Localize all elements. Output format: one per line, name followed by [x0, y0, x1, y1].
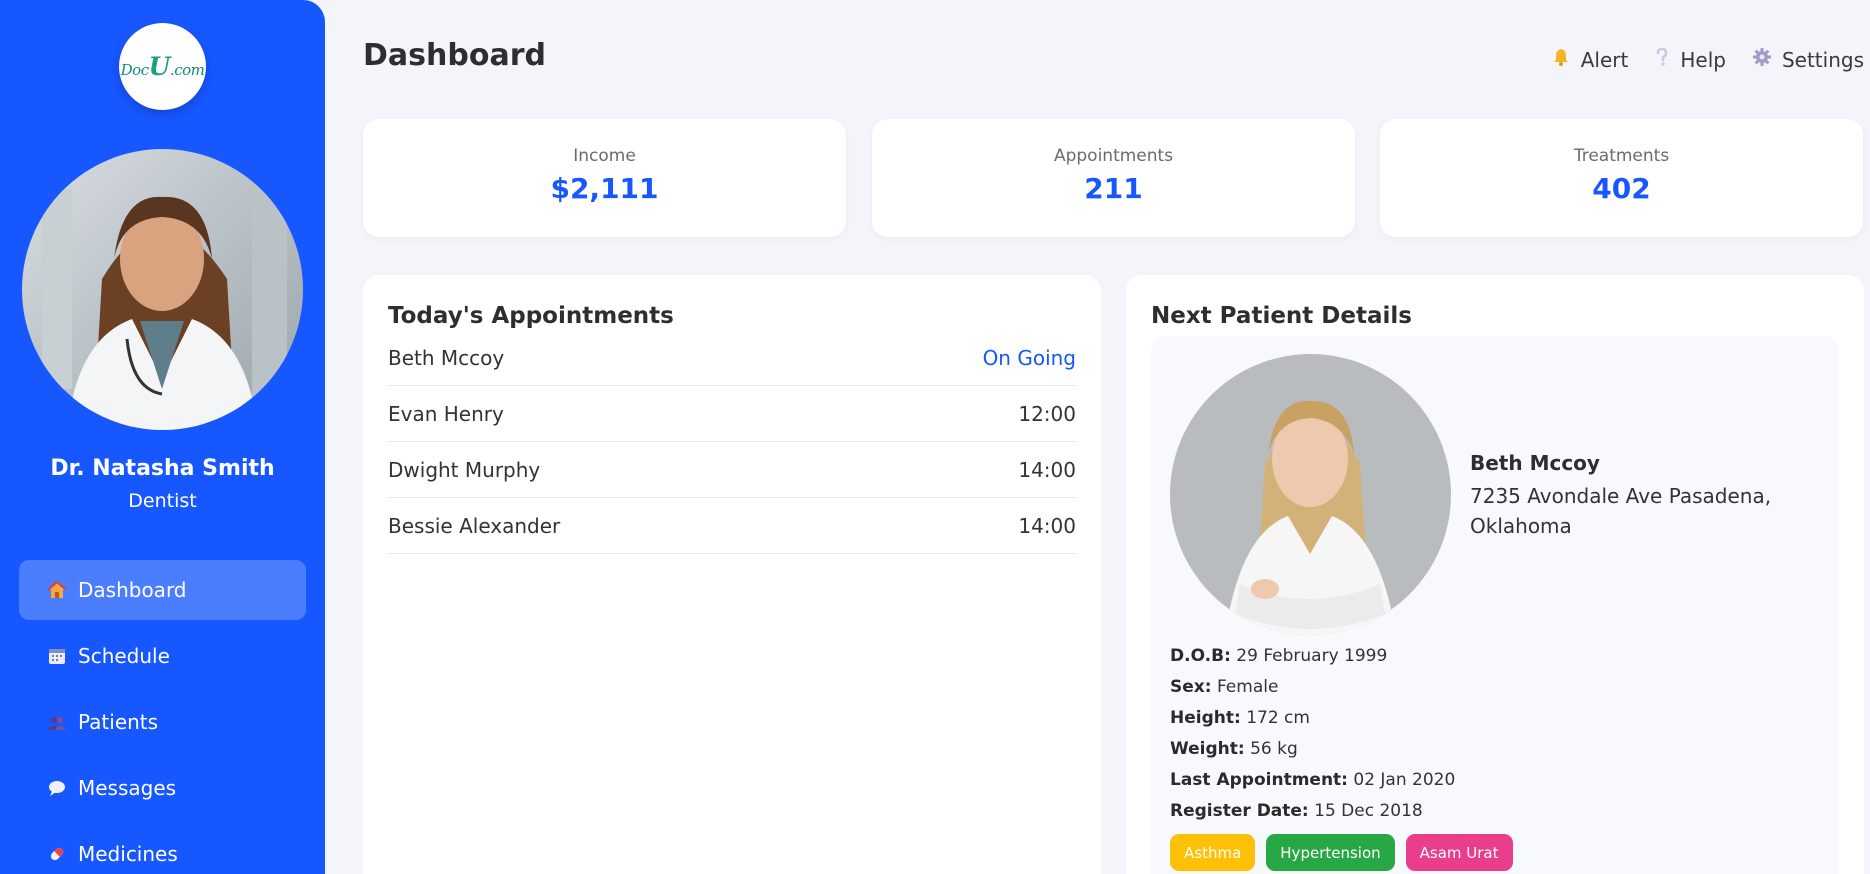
next-patient-card: Next Patient Details Beth Mccoy 7235 Avo… [1126, 275, 1864, 874]
doctor-role: Dentist [128, 490, 197, 512]
detail-last-appointment: Last Appointment: 02 Jan 2020 [1170, 770, 1456, 790]
appointment-row[interactable]: Bessie Alexander 14:00 [388, 498, 1076, 554]
sidebar-item-label: Medicines [78, 842, 178, 866]
settings-label: Settings [1781, 47, 1864, 72]
stat-value: 211 [1084, 172, 1143, 205]
detail-height: Height: 172 cm [1170, 708, 1310, 728]
sidebar-item-medicines[interactable]: Medicines [19, 824, 306, 874]
appointments-list: Beth Mccoy On Going Evan Henry 12:00 Dwi… [388, 342, 1076, 554]
next-patient-title: Next Patient Details [1151, 303, 1412, 329]
alert-label: Alert [1580, 47, 1629, 72]
stat-card-income: Income $2,111 [363, 119, 846, 237]
page-title: Dashboard [363, 38, 546, 73]
people-icon [46, 711, 68, 733]
doctor-avatar [22, 149, 303, 430]
help-label: Help [1680, 47, 1726, 72]
sidebar: DocU.com Dr. Natasha Smith Dentist Dashb… [0, 0, 325, 874]
sidebar-nav: Dashboard Schedule Patients Messages Med… [19, 560, 306, 874]
sidebar-item-label: Schedule [78, 644, 170, 668]
appointment-patient-name: Beth Mccoy [388, 346, 505, 370]
patient-photo [1170, 354, 1451, 635]
stat-card-treatments: Treatments 402 [1380, 119, 1863, 237]
appointment-row[interactable]: Beth Mccoy On Going [388, 342, 1076, 386]
stat-label: Treatments [1573, 146, 1670, 166]
patient-name: Beth Mccoy [1470, 451, 1600, 475]
sidebar-item-patients[interactable]: Patients [19, 692, 306, 752]
logo-text: DocU.com [120, 52, 205, 81]
detail-sex: Sex: Female [1170, 677, 1279, 697]
patient-address: 7235 Avondale Ave Pasadena, Oklahoma [1470, 484, 1772, 538]
sidebar-item-messages[interactable]: Messages [19, 758, 306, 818]
patient-info-list: D.O.B: 29 February 1999 Sex: Female Heig… [1170, 641, 1455, 827]
sidebar-item-schedule[interactable]: Schedule [19, 626, 306, 686]
appointments-card: Today's Appointments Beth Mccoy On Going… [363, 275, 1101, 874]
patient-details-panel: Beth Mccoy 7235 Avondale Ave Pasadena, O… [1151, 336, 1839, 874]
bell-icon [1551, 47, 1571, 72]
doctor-name: Dr. Natasha Smith [50, 456, 275, 481]
tag-asam-urat[interactable]: Asam Urat [1405, 834, 1513, 871]
sidebar-item-label: Patients [78, 710, 159, 734]
app-logo[interactable]: DocU.com [119, 23, 206, 110]
stat-value: 402 [1592, 172, 1651, 205]
house-icon [46, 579, 68, 601]
sidebar-item-dashboard[interactable]: Dashboard [19, 560, 306, 620]
question-icon [1654, 47, 1670, 72]
appointment-patient-name: Dwight Murphy [388, 457, 541, 482]
appointment-patient-name: Evan Henry [388, 401, 504, 426]
top-actions: Alert Help Settings [1551, 47, 1864, 72]
appointments-title: Today's Appointments [388, 303, 674, 329]
stat-label: Appointments [1053, 146, 1174, 166]
settings-button[interactable]: Settings [1752, 47, 1864, 72]
sidebar-item-label: Messages [78, 776, 177, 800]
detail-dob: D.O.B: 29 February 1999 [1170, 646, 1388, 666]
alert-button[interactable]: Alert [1551, 47, 1629, 72]
tag-asthma[interactable]: Asthma [1170, 834, 1256, 871]
tag-hypertension[interactable]: Hypertension [1266, 834, 1395, 871]
calendar-icon [46, 645, 68, 667]
detail-weight: Weight: 56 kg [1170, 739, 1298, 759]
sidebar-item-label: Dashboard [78, 578, 187, 602]
stat-value: $2,111 [550, 172, 659, 205]
detail-register-date: Register Date: 15 Dec 2018 [1170, 801, 1423, 821]
appointment-row[interactable]: Dwight Murphy 14:00 [388, 442, 1076, 498]
stat-label: Income [573, 146, 636, 166]
gear-icon [1752, 47, 1772, 72]
appointment-time: 14:00 [1018, 513, 1076, 538]
condition-tags: Asthma Hypertension Asam Urat [1170, 834, 1513, 871]
appointment-time: 14:00 [1018, 457, 1076, 482]
help-button[interactable]: Help [1654, 47, 1726, 72]
appointment-row[interactable]: Evan Henry 12:00 [388, 386, 1076, 442]
pill-icon [46, 843, 68, 865]
appointment-status: On Going [982, 346, 1076, 370]
stat-card-appointments: Appointments 211 [872, 119, 1355, 237]
speech-bubble-icon [46, 777, 68, 799]
appointment-time: 12:00 [1018, 401, 1076, 426]
appointment-patient-name: Bessie Alexander [388, 513, 561, 538]
